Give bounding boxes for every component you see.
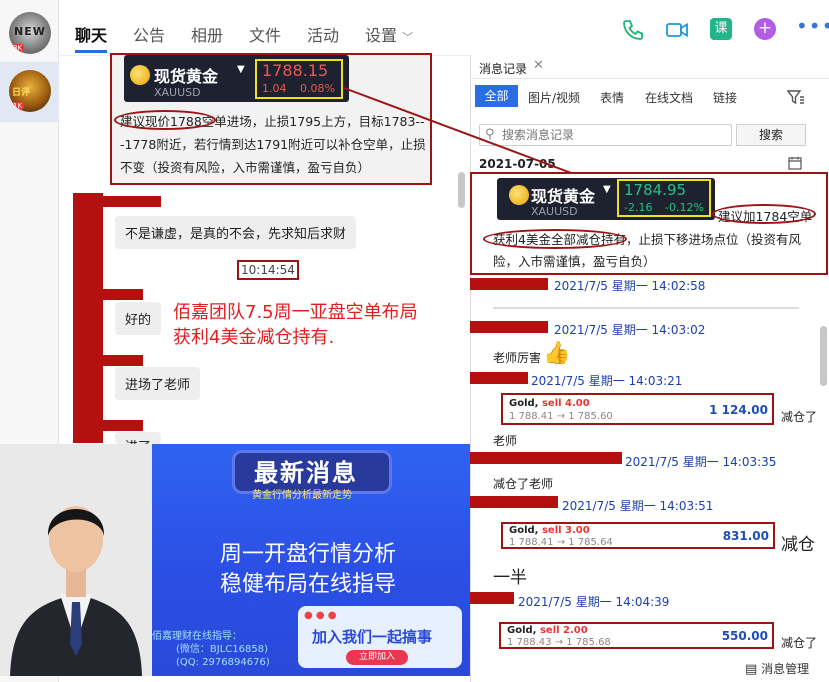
quote-name: 现货黄金	[531, 187, 596, 206]
records-scrollbar[interactable]	[820, 326, 827, 386]
trade-title: Gold, sell 4.00	[509, 398, 590, 409]
redaction-bar	[470, 592, 514, 604]
quote-price: 1784.95	[624, 181, 687, 199]
trade-profit: 831.00	[722, 529, 769, 543]
thumbs-up-icon: 👍	[543, 341, 571, 366]
arrow-annotation	[343, 87, 607, 188]
trade-route: 1 788.41 → 1 785.64	[509, 537, 613, 548]
message-manage-link[interactable]: ▤ 消息管理	[745, 660, 809, 677]
trade-profit: 550.00	[721, 629, 768, 643]
record-text: 老师	[493, 434, 518, 448]
record-timestamp: 2021/7/5 星期一 14:04:39	[518, 595, 670, 609]
record-text: 减仓了老师	[493, 477, 554, 491]
trade-route: 1 788.43 → 1 785.68	[507, 637, 611, 648]
record-text: 一半	[493, 568, 527, 588]
quote-symbol: XAUUSD	[531, 205, 578, 218]
redaction-bar	[470, 278, 548, 290]
record-timestamp: 2021/7/5 星期一 14:03:35	[625, 455, 777, 469]
circle-annotation	[483, 229, 627, 249]
record-timestamp: 2021/7/5 星期一 14:02:58	[554, 279, 706, 293]
trade-title: Gold, sell 2.00	[507, 625, 588, 636]
gold-coin-icon	[509, 185, 529, 205]
record-text: 减仓	[781, 535, 815, 555]
trade-card[interactable]: Gold, sell 2.00 1 788.43 → 1 785.68 550.…	[499, 622, 774, 649]
record-text: 减仓了	[781, 410, 818, 424]
trade-title: Gold, sell 3.00	[509, 525, 590, 536]
quote-change: -2.16	[624, 201, 653, 214]
trade-route: 1 788.41 → 1 785.60	[509, 411, 613, 422]
record-quote-card[interactable]: 现货黄金 ▼ XAUUSD 1784.95 -2.16 -0.12%	[497, 178, 715, 220]
redaction-bar	[470, 496, 558, 508]
image-strip	[493, 307, 799, 309]
redaction-bar	[470, 452, 622, 464]
trade-card[interactable]: Gold, sell 4.00 1 788.41 → 1 785.60 1 12…	[501, 393, 774, 425]
message-manage-label: 消息管理	[761, 662, 810, 676]
record-text: 老师厉害	[493, 351, 542, 365]
record-timestamp: 2021/7/5 星期一 14:03:02	[554, 323, 706, 337]
trade-card[interactable]: Gold, sell 3.00 1 788.41 → 1 785.64 831.…	[501, 522, 775, 549]
record-timestamp: 2021/7/5 星期一 14:03:21	[531, 374, 683, 388]
redaction-bar	[470, 372, 528, 384]
trade-profit: 1 124.00	[709, 403, 768, 417]
quote-percent: -0.12%	[665, 201, 704, 214]
circle-annotation	[712, 204, 816, 224]
caret-down-icon: ▼	[603, 184, 611, 195]
record-timestamp: 2021/7/5 星期一 14:03:51	[562, 499, 714, 513]
record-text: 减仓了	[781, 636, 818, 650]
message-manage-icon: ▤	[745, 662, 758, 677]
redaction-bar	[470, 321, 548, 333]
